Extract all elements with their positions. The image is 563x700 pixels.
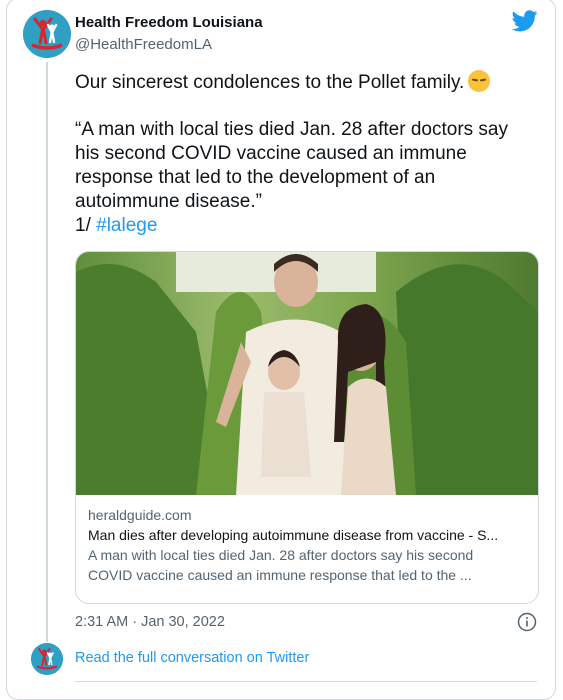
tweet-quote: “A man with local ties died Jan. 28 afte… (75, 119, 508, 212)
health-freedom-logo-icon (31, 643, 63, 675)
twitter-bird-icon[interactable] (512, 10, 538, 32)
link-description-line1: A man with local ties died Jan. 28 after… (88, 547, 474, 563)
link-preview-card[interactable]: heraldguide.com Man dies after developin… (75, 251, 539, 604)
pensive-face-emoji-icon (468, 70, 491, 92)
footer-avatar (31, 643, 63, 675)
thread-number: 1/ (75, 215, 91, 236)
author-name[interactable]: Health Freedom Louisiana (75, 14, 263, 31)
link-description-line2: COVID vaccine caused an immune response … (88, 567, 472, 583)
tweet-thread-line: 1/ #lalege (75, 214, 535, 238)
author-handle[interactable]: @HealthFreedomLA (75, 36, 212, 53)
tweet-timestamp[interactable]: 2:31 AM · Jan 30, 2022 (75, 614, 225, 630)
health-freedom-logo-icon (23, 10, 71, 58)
tweet-body: Our sincerest condolences to the Pollet … (75, 70, 535, 238)
read-full-conversation-link[interactable]: Read the full conversation on Twitter (75, 650, 309, 666)
author-avatar[interactable] (23, 10, 71, 58)
link-domain: heraldguide.com (88, 507, 192, 523)
tweet-line-condolences: Our sincerest condolences to the Pollet … (75, 70, 535, 95)
footer-divider (75, 681, 537, 682)
thread-connector-line (46, 62, 48, 642)
info-icon[interactable] (517, 612, 537, 632)
article-photo (76, 252, 538, 495)
link-title: Man dies after developing autoimmune dis… (88, 527, 499, 543)
hashtag-link[interactable]: #lalege (96, 215, 157, 236)
tweet-text-condolences: Our sincerest condolences to the Pollet … (75, 72, 465, 93)
link-meta: heraldguide.com Man dies after developin… (76, 495, 538, 585)
